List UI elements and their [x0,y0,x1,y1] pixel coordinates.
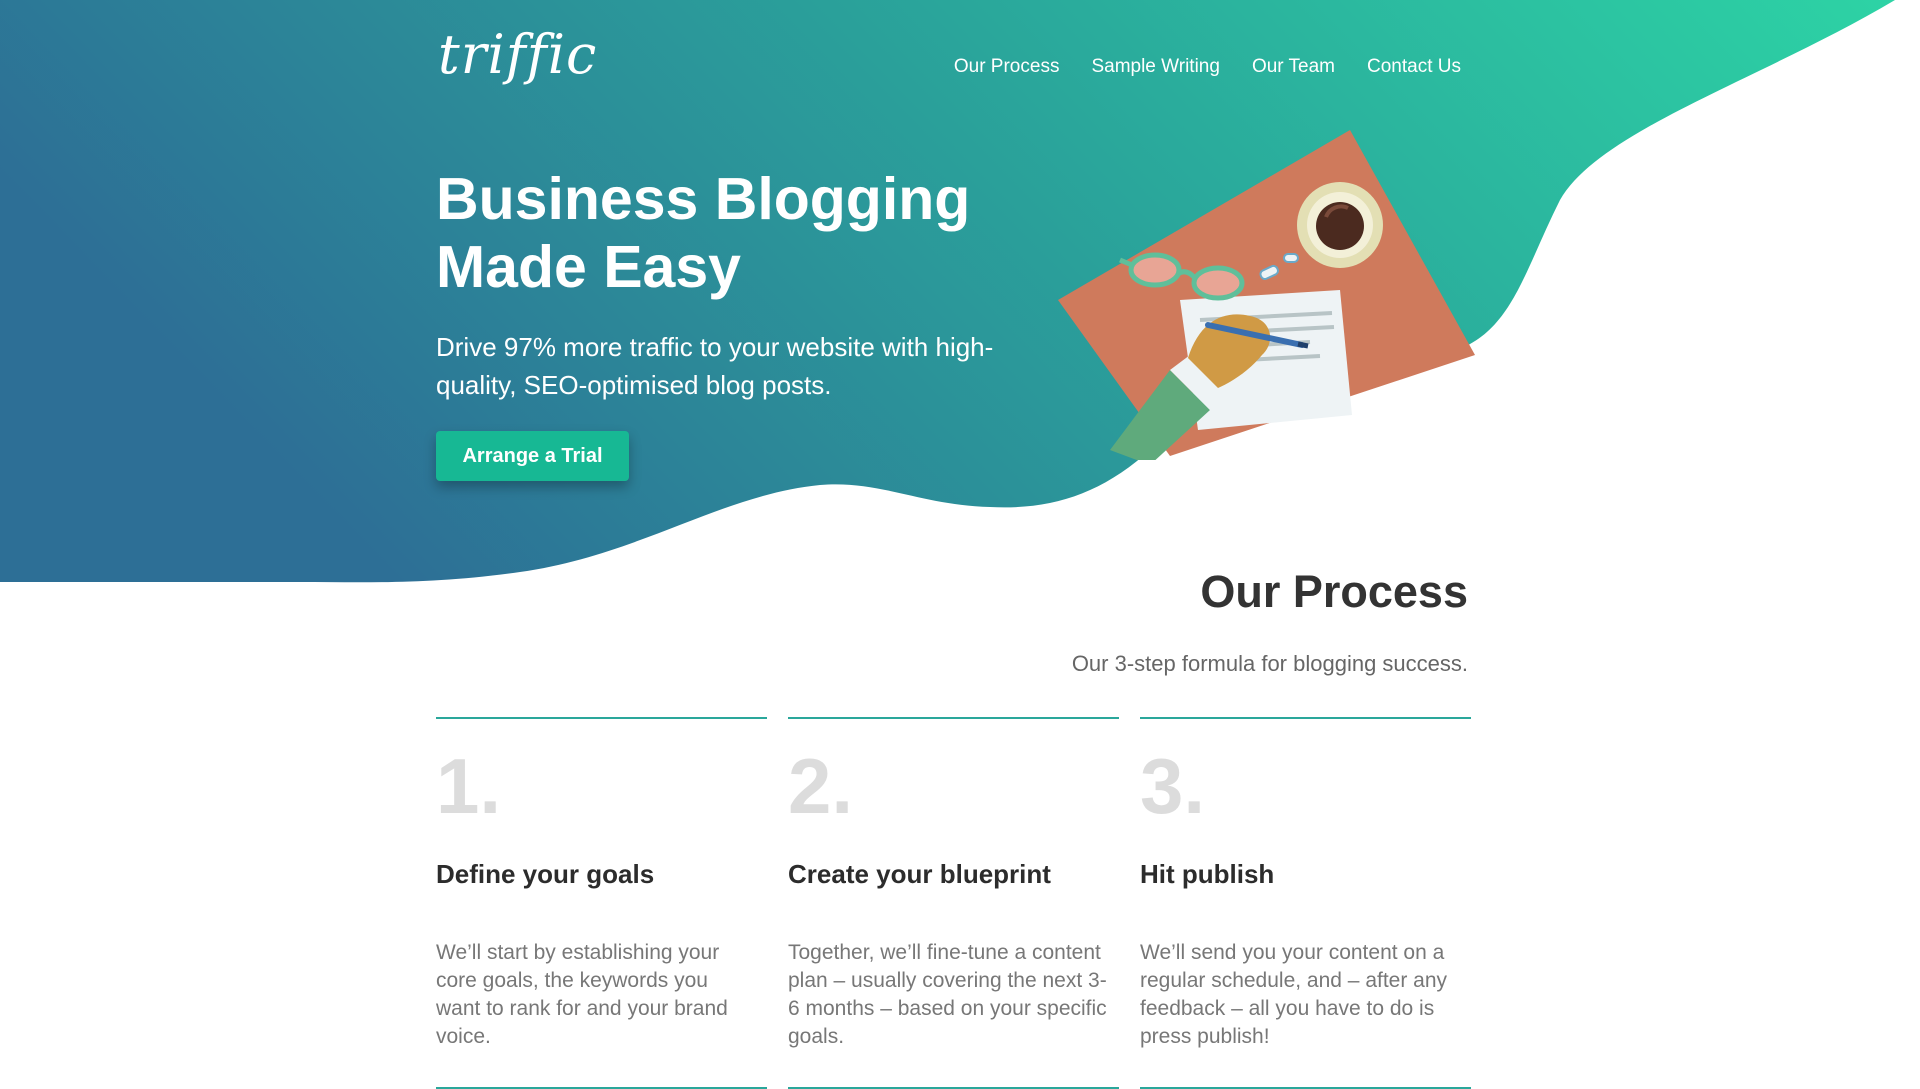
hero-title-line-1: Business Blogging [436,166,971,232]
nav-link-our-process[interactable]: Our Process [954,56,1060,78]
process-step-2: 2. Create your blueprint Together, we’ll… [788,717,1119,1089]
hero-subtitle: Drive 97% more traffic to your website w… [436,332,994,400]
step-title: Define your goals [436,859,655,889]
nav-link-contact-us[interactable]: Contact Us [1367,56,1461,78]
nav-link-our-team[interactable]: Our Team [1252,56,1335,78]
step-description: We’ll send you your content on a regular… [1140,941,1448,1048]
step-title: Hit publish [1140,859,1275,889]
desk-writing-illustration [1058,130,1475,460]
step-number: 3. [1140,742,1206,830]
step-number: 1. [436,742,502,830]
nav-link-sample-writing[interactable]: Sample Writing [1091,56,1219,78]
process-step-3: 3. Hit publish We’ll send you your conte… [1140,717,1471,1089]
step-description: Together, we’ll fine-tune a content plan… [788,941,1107,1048]
step-description: We’ll start by establishing your core go… [436,941,728,1048]
process-section-title: Our Process [1200,566,1468,617]
brand-logo[interactable]: triffic [438,28,597,82]
coffee-cup-icon [1297,182,1383,268]
process-section-subtitle: Our 3-step formula for blogging success. [1071,651,1468,676]
process-step-1: 1. Define your goals We’ll start by esta… [436,717,767,1089]
process-steps: 1. Define your goals We’ll start by esta… [436,717,1472,1089]
main-nav: Our Process Sample Writing Our Team Cont… [954,56,1461,78]
hero-title-line-2: Made Easy [436,234,741,300]
hero-title: Business Blogging Made Easy [436,165,1056,301]
step-number: 2. [788,742,854,830]
step-title: Create your blueprint [788,859,1051,889]
arrange-trial-button[interactable]: Arrange a Trial [436,431,629,481]
